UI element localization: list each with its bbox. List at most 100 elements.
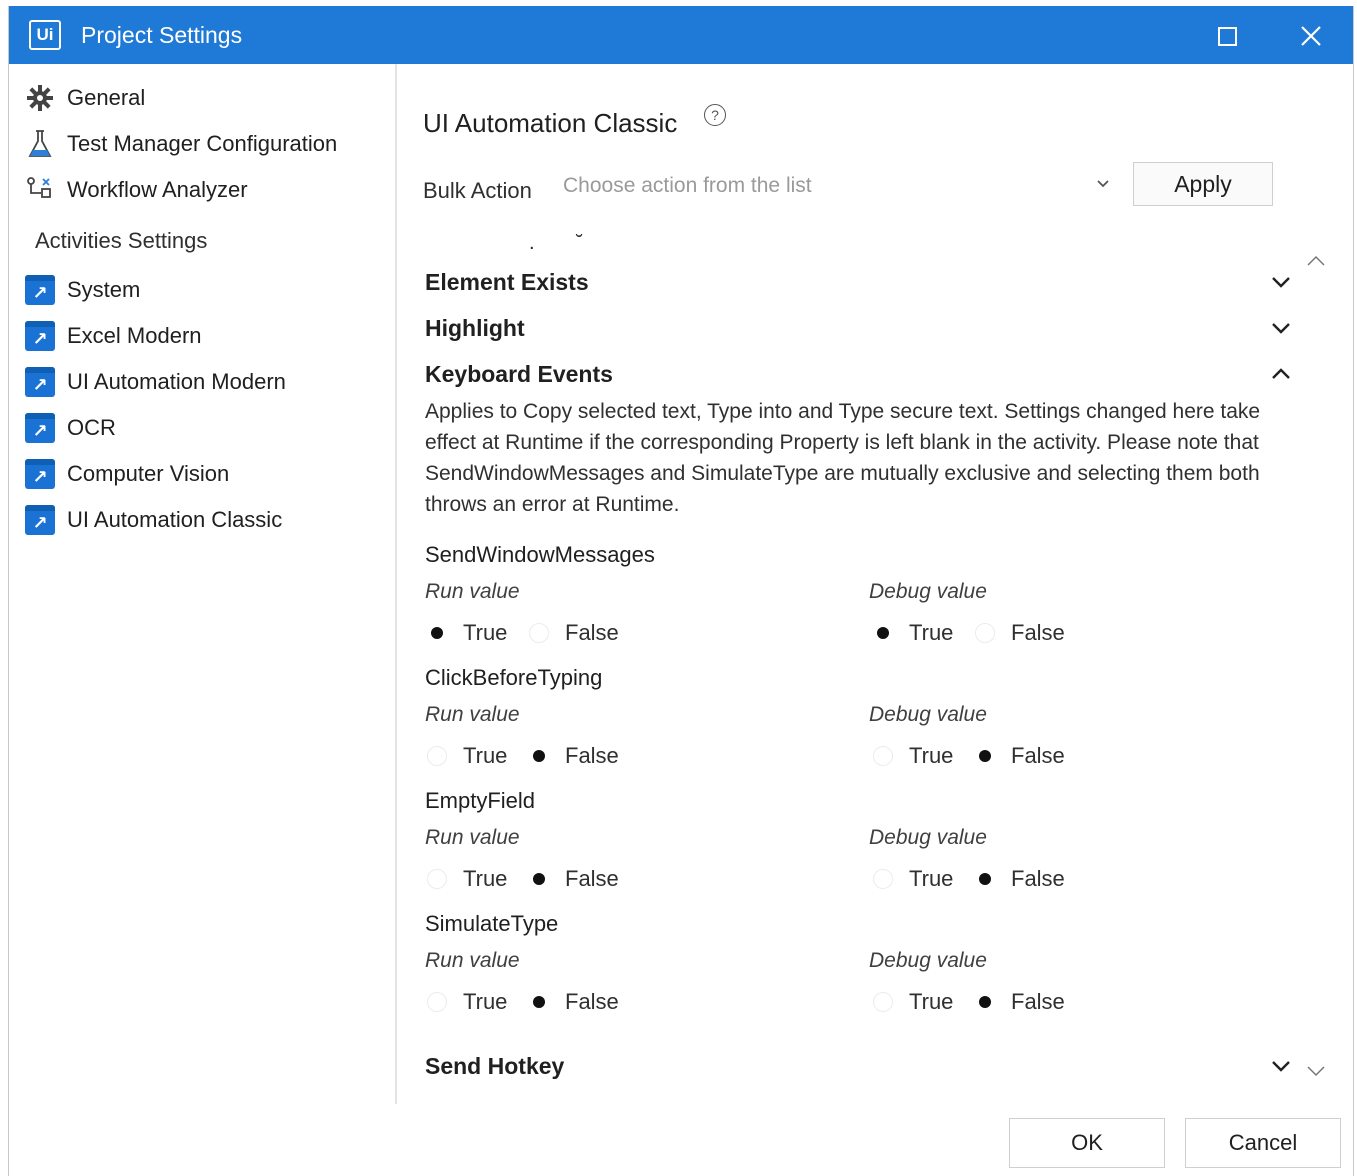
scroll-down-button[interactable] xyxy=(1304,1060,1328,1082)
radio-debug-true[interactable]: True xyxy=(873,743,953,769)
debug-value-label: Debug value xyxy=(869,580,987,603)
radio-run-true[interactable]: True xyxy=(427,743,507,769)
sidebar-item-label: UI Automation Modern xyxy=(67,369,286,394)
bulk-action-placeholder: Choose action from the list xyxy=(563,174,812,197)
activity-package-icon: ↗ xyxy=(23,458,57,490)
activity-package-icon: ↗ xyxy=(23,504,57,536)
section-title: Keyboard Events xyxy=(425,360,613,387)
bulk-action-label: Bulk Action xyxy=(423,178,532,203)
radio-debug-false[interactable]: False xyxy=(975,620,1065,646)
radio-dot xyxy=(529,869,549,889)
activities-settings-heading: Activities Settings xyxy=(35,228,208,253)
sidebar-item-excel-modern[interactable]: ↗ Excel Modern xyxy=(23,316,202,356)
section-title: Element Exists xyxy=(425,268,589,295)
radio-dot xyxy=(529,623,549,643)
radio-dot xyxy=(873,869,893,889)
radio-debug-false[interactable]: False xyxy=(975,743,1065,769)
radio-dot xyxy=(427,746,447,766)
section-element-exists[interactable]: Element Exists xyxy=(425,262,1315,302)
cancel-button[interactable]: Cancel xyxy=(1185,1118,1341,1168)
radio-label: True xyxy=(909,866,954,891)
chevron-down-icon xyxy=(1272,323,1290,334)
activity-package-icon: ↗ xyxy=(23,366,57,398)
debug-value-label: Debug value xyxy=(869,949,987,972)
uipath-app-icon: Ui xyxy=(29,20,61,50)
radio-label: True xyxy=(909,989,954,1014)
activity-package-icon: ↗ xyxy=(23,274,57,306)
sidebar-item-label: OCR xyxy=(67,415,116,440)
radio-run-true[interactable]: True xyxy=(427,989,507,1015)
radio-dot xyxy=(427,623,447,643)
radio-label: True xyxy=(463,866,508,891)
radio-dot xyxy=(975,992,995,1012)
run-value-label: Run value xyxy=(425,826,520,849)
radio-dot xyxy=(873,992,893,1012)
radio-dot xyxy=(975,623,995,643)
close-button[interactable] xyxy=(1289,16,1333,56)
ok-button[interactable]: OK xyxy=(1009,1118,1165,1168)
radio-dot xyxy=(975,869,995,889)
sidebar-item-workflow-analyzer[interactable]: Workflow Analyzer xyxy=(23,170,248,210)
sidebar-item-label: Test Manager Configuration xyxy=(67,131,338,156)
workflow-icon xyxy=(23,174,57,206)
chevron-down-icon xyxy=(1307,1066,1325,1077)
sidebar-item-ui-automation-classic[interactable]: ↗ UI Automation Classic xyxy=(23,500,282,540)
radio-debug-true[interactable]: True xyxy=(873,620,953,646)
maximize-button[interactable] xyxy=(1205,16,1249,56)
sidebar-item-system[interactable]: ↗ System xyxy=(23,270,140,310)
radio-run-false[interactable]: False xyxy=(529,989,619,1015)
flask-icon xyxy=(23,128,57,160)
debug-value-label: Debug value xyxy=(869,826,987,849)
radio-run-true[interactable]: True xyxy=(427,620,507,646)
maximize-icon xyxy=(1217,26,1237,46)
radio-label: False xyxy=(1011,989,1065,1014)
radio-label: True xyxy=(463,620,508,645)
radio-run-false[interactable]: False xyxy=(529,743,619,769)
sidebar-item-computer-vision[interactable]: ↗ Computer Vision xyxy=(23,454,229,494)
radio-label: False xyxy=(1011,620,1065,645)
radio-dot xyxy=(427,992,447,1012)
sidebar-item-label: UI Automation Classic xyxy=(67,507,283,532)
radio-debug-true[interactable]: True xyxy=(873,989,953,1015)
sidebar-item-label: Workflow Analyzer xyxy=(67,177,248,202)
radio-label: True xyxy=(909,743,954,768)
radio-dot xyxy=(529,992,549,1012)
radio-debug-true[interactable]: True xyxy=(873,866,953,892)
radio-label: False xyxy=(565,743,619,768)
sidebar-item-test-manager[interactable]: Test Manager Configuration xyxy=(23,124,337,164)
truncated-section-indicator: . ˘ xyxy=(529,232,601,254)
section-highlight[interactable]: Highlight xyxy=(425,308,1315,348)
window-title: Project Settings xyxy=(81,22,243,48)
title-bar: Ui Project Settings xyxy=(9,6,1353,64)
section-title: Highlight xyxy=(425,314,525,341)
run-value-label: Run value xyxy=(425,703,520,726)
radio-run-false[interactable]: False xyxy=(529,866,619,892)
section-title: Send Hotkey xyxy=(425,1052,565,1079)
radio-label: True xyxy=(909,620,954,645)
section-keyboard-events[interactable]: Keyboard Events xyxy=(425,354,1315,394)
sidebar: General Test Manager Configuration Workf… xyxy=(9,64,397,1104)
radio-run-false[interactable]: False xyxy=(529,620,619,646)
radio-label: False xyxy=(1011,866,1065,891)
apply-button[interactable]: Apply xyxy=(1133,162,1273,206)
radio-debug-false[interactable]: False xyxy=(975,866,1065,892)
bulk-action-dropdown[interactable]: Choose action from the list xyxy=(555,164,1115,208)
section-send-hotkey[interactable]: Send Hotkey xyxy=(425,1046,1315,1086)
property-name: ClickBeforeTyping xyxy=(425,665,603,690)
chevron-down-icon xyxy=(1272,277,1290,288)
chevron-down-icon xyxy=(1272,1061,1290,1072)
sidebar-item-general[interactable]: General xyxy=(23,78,145,118)
close-icon xyxy=(1301,26,1321,46)
help-icon[interactable]: ? xyxy=(704,104,726,126)
radio-debug-false[interactable]: False xyxy=(975,989,1065,1015)
radio-dot xyxy=(529,746,549,766)
sidebar-item-ocr[interactable]: ↗ OCR xyxy=(23,408,116,448)
run-value-label: Run value xyxy=(425,949,520,972)
debug-value-label: Debug value xyxy=(869,703,987,726)
sidebar-item-ui-automation-modern[interactable]: ↗ UI Automation Modern xyxy=(23,362,286,402)
radio-dot xyxy=(873,746,893,766)
sidebar-item-label: Computer Vision xyxy=(67,461,230,486)
radio-run-true[interactable]: True xyxy=(427,866,507,892)
radio-dot xyxy=(873,623,893,643)
property-name: EmptyField xyxy=(425,788,536,813)
